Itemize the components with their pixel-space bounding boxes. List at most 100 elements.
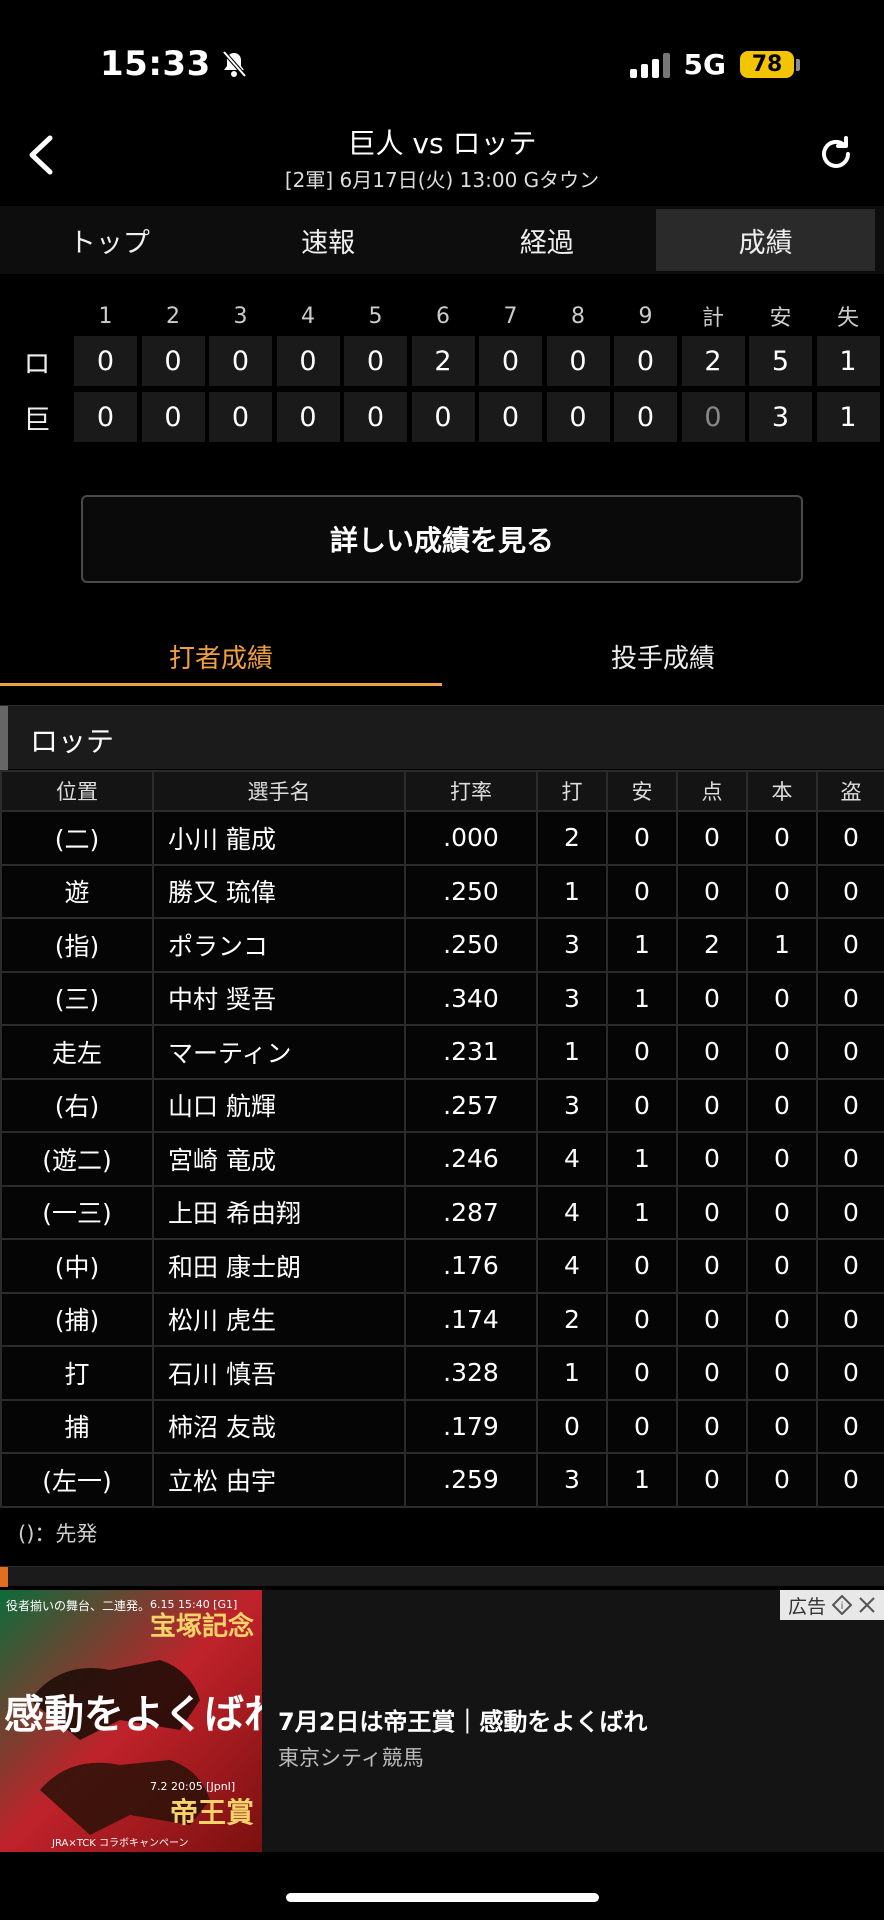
ad-sponsor[interactable]: 東京シティ競馬 <box>278 1742 424 1772</box>
home-runs-cell: 0 <box>746 1024 818 1080</box>
rbi-cell: 0 <box>676 1345 748 1401</box>
stats-subtabs: 打者成績 投手成績 <box>0 628 884 686</box>
stolen-bases-cell: 0 <box>816 917 884 973</box>
score-cell: 0 <box>614 336 677 386</box>
score-cell: 0 <box>546 336 610 386</box>
hits-cell: 0 <box>606 1345 678 1401</box>
tab-stats[interactable]: 成績 <box>656 209 875 271</box>
hits-cell: 0 <box>606 1077 678 1133</box>
home-indicator[interactable] <box>286 1893 599 1902</box>
hits-cell: 5 <box>749 336 812 386</box>
errors-header: 失 <box>836 306 859 331</box>
home-runs-cell: 0 <box>746 1077 818 1133</box>
tab-top[interactable]: トップ <box>0 206 219 274</box>
home-runs-cell: 0 <box>746 1184 818 1240</box>
game-tabs: トップ 速報 経過 成績 <box>0 206 884 274</box>
ad-title[interactable]: 7月2日は帝王賞｜感動をよくばれ <box>278 1702 647 1737</box>
hits-cell: 0 <box>606 863 678 919</box>
home-runs-cell: 0 <box>746 970 818 1026</box>
stolen-bases-cell: 0 <box>816 810 884 866</box>
player-name-cell: 石川 慎吾 <box>152 1345 406 1401</box>
clock-time: 15:33 <box>100 44 211 84</box>
table-row: (遊二) 宮崎 竜成 .246 4 1 0 0 0 <box>0 1131 884 1187</box>
average-cell: .257 <box>404 1077 538 1133</box>
home-runs-cell: 0 <box>746 1452 818 1508</box>
adchoices-icon[interactable]: i <box>832 1595 852 1615</box>
at-bats-cell: 3 <box>536 917 608 973</box>
ad-slogan: 感動をよくばれ <box>4 1692 262 1738</box>
score-cell: 0 <box>141 336 205 386</box>
col-hits: 安 <box>606 770 678 812</box>
average-cell: .231 <box>404 1024 538 1080</box>
score-cell: 0 <box>276 336 340 386</box>
position-cell: 走左 <box>0 1024 154 1080</box>
score-cell: 0 <box>344 392 407 442</box>
cellular-signal-icon <box>629 52 670 78</box>
inning-header: 2 <box>166 303 180 329</box>
total-runs-cell: 0 <box>681 392 745 442</box>
hits-cell: 1 <box>606 1452 678 1508</box>
tab-batting-stats[interactable]: 打者成績 <box>0 628 442 686</box>
average-cell: .246 <box>404 1131 538 1187</box>
score-cell: 0 <box>209 336 272 386</box>
table-row: (一三) 上田 希由翔 .287 4 1 0 0 0 <box>0 1184 884 1240</box>
detailed-stats-button[interactable]: 詳しい成績を見る <box>81 495 803 583</box>
rbi-cell: 2 <box>676 917 748 973</box>
average-cell: .340 <box>404 970 538 1026</box>
stolen-bases-cell: 0 <box>816 1398 884 1454</box>
home-runs-cell: 0 <box>746 1238 818 1294</box>
at-bats-cell: 0 <box>536 1398 608 1454</box>
position-cell: 打 <box>0 1345 154 1401</box>
player-name-cell: マーティン <box>152 1024 406 1080</box>
at-bats-cell: 4 <box>536 1131 608 1187</box>
score-cell: 0 <box>479 336 542 386</box>
at-bats-cell: 2 <box>536 1291 608 1347</box>
close-icon[interactable] <box>858 1596 876 1614</box>
score-cell: 0 <box>74 392 137 442</box>
ad-race1: 宝塚記念 <box>150 1611 254 1642</box>
col-position: 位置 <box>0 770 154 812</box>
position-cell: (三) <box>0 970 154 1026</box>
stolen-bases-cell: 0 <box>816 1452 884 1508</box>
reload-icon[interactable] <box>816 134 856 174</box>
player-name-cell: 山口 航輝 <box>152 1077 406 1133</box>
ad-footer: JRA×TCK コラボキャンペーン <box>51 1837 188 1849</box>
network-type: 5G <box>683 48 726 81</box>
inning-header: 3 <box>233 303 248 329</box>
tab-pitching-stats[interactable]: 投手成績 <box>442 628 884 686</box>
errors-cell: 1 <box>816 336 880 386</box>
col-stolen-bases: 盗 <box>816 770 884 812</box>
col-player-name: 選手名 <box>152 770 406 812</box>
team-color-bar <box>0 706 8 770</box>
stolen-bases-cell: 0 <box>816 1024 884 1080</box>
ad-banner[interactable]: 役者揃いの舞台、二連発。 6.15 15:40 [G1] 宝塚記念 感動をよくば… <box>0 1590 884 1852</box>
at-bats-cell: 1 <box>536 1345 608 1401</box>
hits-cell: 0 <box>606 1238 678 1294</box>
ad-image[interactable]: 役者揃いの舞台、二連発。 6.15 15:40 [G1] 宝塚記念 感動をよくば… <box>0 1590 262 1852</box>
score-cell: 0 <box>74 336 137 386</box>
rbi-cell: 0 <box>676 1291 748 1347</box>
tab-live[interactable]: 速報 <box>219 206 438 274</box>
stolen-bases-cell: 0 <box>816 863 884 919</box>
table-row: 遊 勝又 琉偉 .250 1 0 0 0 0 <box>0 863 884 919</box>
home-runs-cell: 0 <box>746 1291 818 1347</box>
score-cell: 0 <box>546 392 610 442</box>
scoreboard: 1 2 3 4 5 6 7 8 9 計 安 失 ロ 0 0 0 0 0 2 0 … <box>0 296 884 448</box>
bell-muted-icon <box>222 50 247 78</box>
home-runs-cell: 0 <box>746 1345 818 1401</box>
col-home-runs: 本 <box>746 770 818 812</box>
home-runs-cell: 0 <box>746 863 818 919</box>
col-rbi: 点 <box>676 770 748 812</box>
team-color-bar <box>0 1567 8 1587</box>
player-name-cell: 立松 由宇 <box>152 1452 406 1508</box>
tab-progress[interactable]: 経過 <box>438 206 657 274</box>
team-section-header: ロッテ <box>0 705 884 770</box>
ad-badge[interactable]: 広告 i <box>779 1590 884 1620</box>
total-runs-header: 計 <box>701 306 724 331</box>
table-row: 打 石川 慎吾 .328 1 0 0 0 0 <box>0 1345 884 1401</box>
average-cell: .179 <box>404 1398 538 1454</box>
rbi-cell: 0 <box>676 810 748 866</box>
rbi-cell: 0 <box>676 970 748 1026</box>
player-name-cell: 中村 奨吾 <box>152 970 406 1026</box>
hits-header: 安 <box>769 306 792 331</box>
